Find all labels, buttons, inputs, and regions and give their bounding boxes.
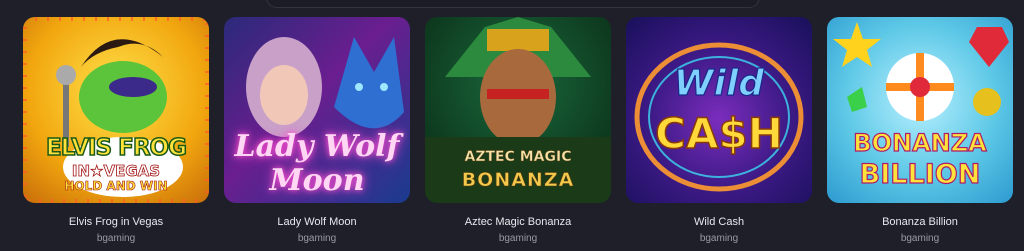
game-grid: ELVIS FROG IN★VEGAS HOLD AND WIN Elvis F… <box>23 17 1013 245</box>
game-provider: bgaming <box>900 233 940 244</box>
game-title[interactable]: Elvis Frog in Vegas <box>69 216 163 229</box>
game-thumbnail[interactable]: AZTEC MAGIC BONANZA <box>425 17 611 203</box>
game-logo-line-2: BILLION <box>859 158 981 190</box>
game-provider: bgaming <box>498 233 538 244</box>
game-title[interactable]: Aztec Magic Bonanza <box>465 216 571 229</box>
game-logo-line-2: BONANZA <box>461 169 575 192</box>
search-bar-edge[interactable] <box>266 0 760 8</box>
game-logo-line-1: AZTEC MAGIC <box>464 149 572 165</box>
game-thumbnail[interactable]: Lady Wolf Moon <box>224 17 410 203</box>
game-logo-line-1: ELVIS FROG <box>45 134 187 162</box>
game-card-lady-wolf-moon[interactable]: Lady Wolf Moon Lady Wolf Moon bgaming <box>224 17 410 245</box>
game-card-wild-cash[interactable]: Wild CA$H Wild Cash bgaming <box>626 17 812 245</box>
game-logo-line-2: CA$H <box>654 108 783 159</box>
game-logo-line-2: IN★VEGAS <box>71 162 161 181</box>
game-logo-line-2: Moon <box>269 163 365 198</box>
game-logo-line-1: BONANZA <box>853 128 988 157</box>
game-title[interactable]: Bonanza Billion <box>882 216 958 229</box>
game-card-aztec-magic-bonanza[interactable]: AZTEC MAGIC BONANZA Aztec Magic Bonanza … <box>425 17 611 245</box>
game-title[interactable]: Wild Cash <box>694 216 744 229</box>
game-logo-line-1: Lady Wolf <box>234 129 400 164</box>
game-title[interactable]: Lady Wolf Moon <box>277 216 356 229</box>
game-provider: bgaming <box>699 233 739 244</box>
game-card-bonanza-billion[interactable]: BONANZA BILLION Bonanza Billion bgaming <box>827 17 1013 245</box>
game-logo-line-3: HOLD AND WIN <box>64 179 168 194</box>
game-provider: bgaming <box>96 233 136 244</box>
game-logo-line-1: Wild <box>673 62 765 104</box>
game-provider: bgaming <box>297 233 337 244</box>
game-thumbnail[interactable]: BONANZA BILLION <box>827 17 1013 203</box>
game-thumbnail[interactable]: ELVIS FROG IN★VEGAS HOLD AND WIN <box>23 17 209 203</box>
game-card-elvis-frog-in-vegas[interactable]: ELVIS FROG IN★VEGAS HOLD AND WIN Elvis F… <box>23 17 209 245</box>
game-thumbnail[interactable]: Wild CA$H <box>626 17 812 203</box>
